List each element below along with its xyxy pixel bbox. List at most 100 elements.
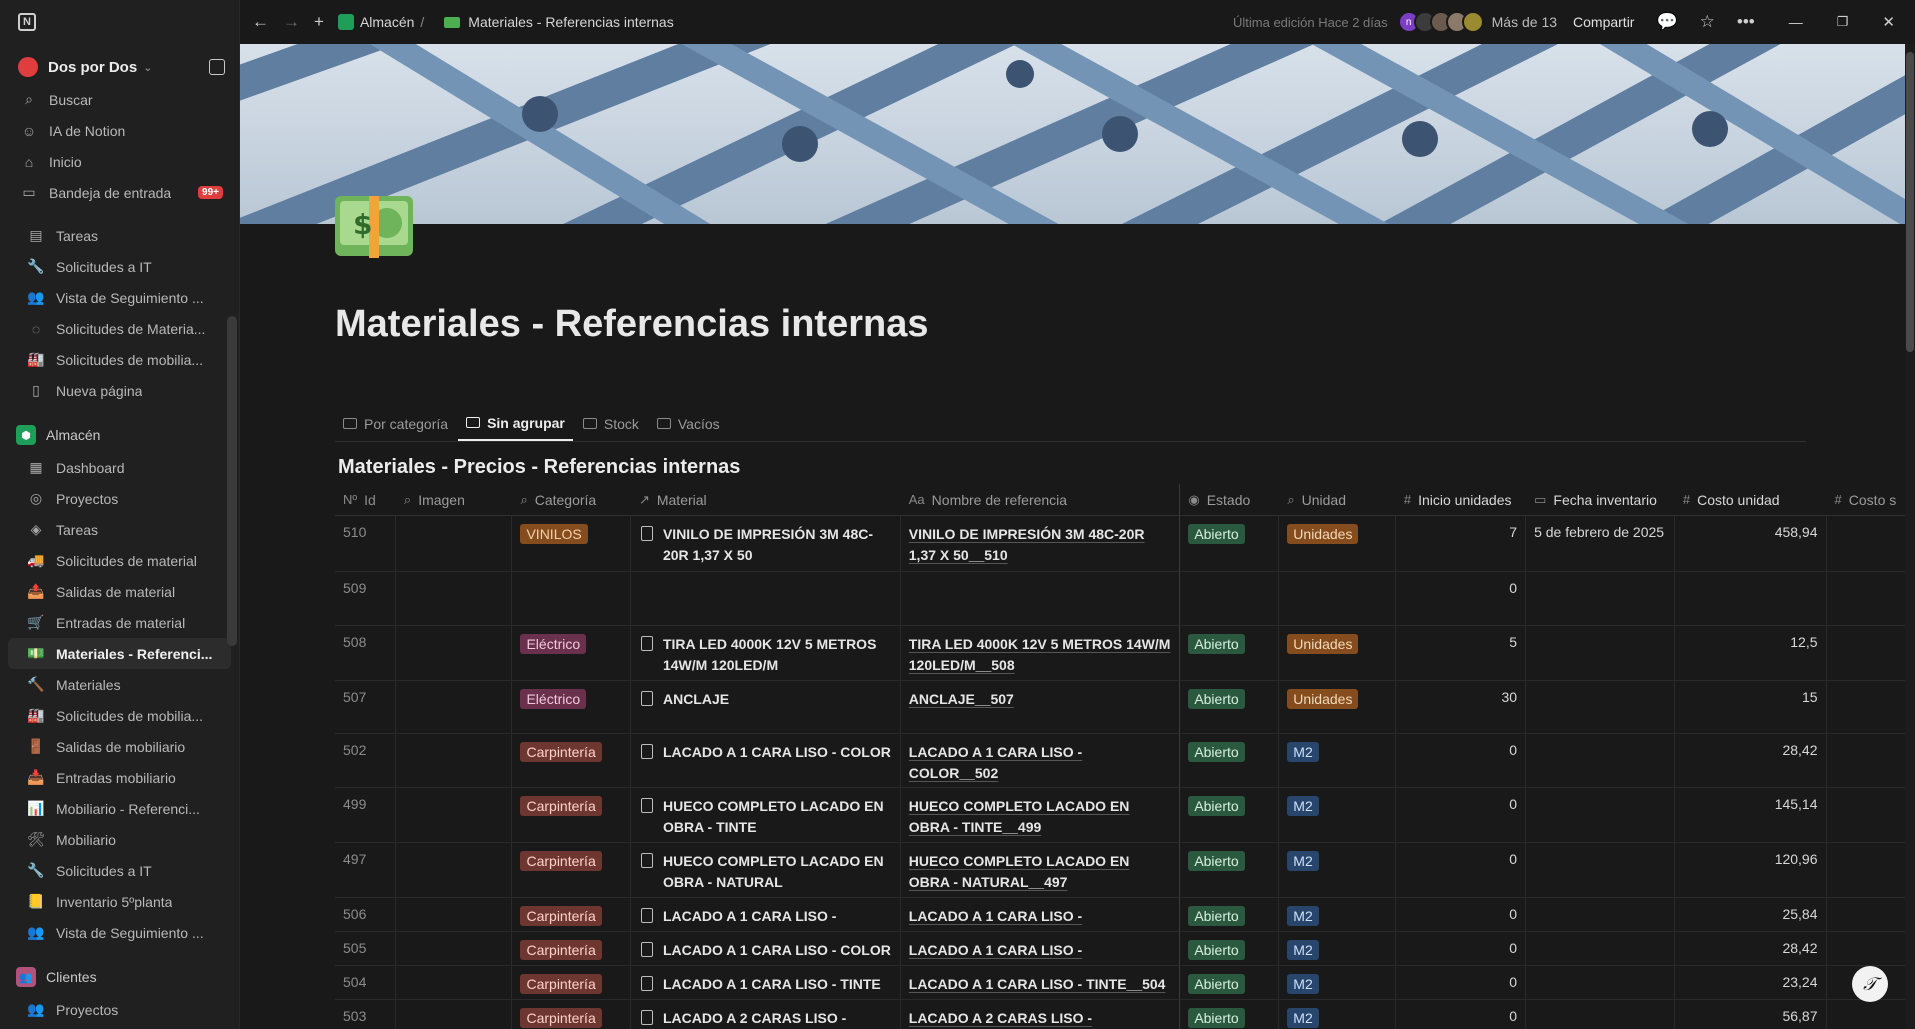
unit-cost-cell[interactable]: 145,14	[1675, 788, 1827, 842]
cover-image[interactable]	[240, 44, 1905, 224]
cost-cell[interactable]	[1827, 843, 1905, 897]
sidebar-item[interactable]: ☺ IA de Notion	[0, 115, 239, 146]
table-row[interactable]: 499 Carpintería HUECO COMPLETO LACADO EN O…	[335, 788, 1905, 843]
table-row[interactable]: 503 Carpintería LACADO A 2 CARAS LISO - CO…	[335, 1000, 1905, 1029]
table-row[interactable]: 502 Carpintería LACADO A 1 CARA LISO - COL…	[335, 734, 1905, 788]
sidebar-section-almacen[interactable]: ⬢ Almacén	[0, 418, 239, 452]
initial-units-cell[interactable]: 0	[1396, 572, 1527, 625]
inventory-date-cell[interactable]	[1526, 681, 1675, 733]
cost-cell[interactable]	[1827, 1000, 1905, 1029]
table-row[interactable]: 509 0	[335, 572, 1905, 626]
unit-cost-cell[interactable]: 56,87	[1675, 1000, 1827, 1029]
material-link[interactable]: VINILO DE IMPRESIÓN 3M 48C-20R 1,37 X 50	[639, 524, 892, 566]
category-cell[interactable]: Carpintería	[512, 1000, 631, 1029]
notion-ai-help-button[interactable]: 𝒯	[1852, 966, 1888, 1002]
sidebar-item[interactable]: 🛠 Mobiliario	[0, 824, 239, 855]
column-header[interactable]: ⌕ Unidad	[1279, 484, 1396, 515]
material-cell[interactable]: HUECO COMPLETO LACADO EN OBRA - NATURAL	[631, 843, 901, 897]
sidebar-item[interactable]: 👥 Vista de Seguimiento ...	[0, 282, 239, 313]
star-icon[interactable]: ☆	[1700, 12, 1715, 32]
sidebar-item[interactable]: ▭ Bandeja de entrada 99+	[0, 177, 239, 208]
category-cell[interactable]: Carpintería	[512, 898, 631, 931]
unit-cost-cell[interactable]: 28,42	[1675, 734, 1827, 787]
material-cell[interactable]: VINILO DE IMPRESIÓN 3M 48C-20R 1,37 X 50	[631, 516, 901, 571]
sidebar-item[interactable]: 🚚 Solicitudes de material	[0, 545, 239, 576]
category-cell[interactable]: Carpintería	[512, 788, 631, 842]
more-people-text[interactable]: Más de 13	[1492, 14, 1557, 30]
image-cell[interactable]	[396, 681, 513, 733]
reference-name[interactable]: LACADO A 1 CARA LISO - COLOR__502	[909, 744, 1082, 781]
category-cell[interactable]: VINILOS	[512, 516, 631, 571]
sidebar-item[interactable]: 🔧 Solicitudes a IT	[0, 855, 239, 886]
material-link[interactable]: LACADO A 1 CARA LISO - COLOR	[639, 742, 892, 763]
column-header[interactable]: ⌕ Categoría	[512, 484, 631, 515]
workspace-switcher[interactable]: Dos por Dos ⌄	[0, 50, 239, 84]
sidebar-item[interactable]: 👥 Proyectos	[0, 994, 239, 1025]
status-badge[interactable]: Abierto	[1188, 906, 1245, 926]
status-cell[interactable]: Abierto	[1180, 932, 1280, 965]
category-tag[interactable]: Carpintería	[520, 851, 602, 871]
category-cell[interactable]: Carpintería	[512, 932, 631, 965]
unit-cost-cell[interactable]: 458,94	[1675, 516, 1827, 571]
image-cell[interactable]	[396, 966, 513, 999]
initial-units-cell[interactable]: 30	[1396, 681, 1527, 733]
unit-cell[interactable]: M2	[1279, 932, 1396, 965]
sidebar-item[interactable]: ▯ Nueva página	[0, 375, 239, 406]
view-tab[interactable]: Stock	[575, 406, 647, 441]
sidebar-item[interactable]: ◈ Tareas	[0, 514, 239, 545]
image-cell[interactable]	[396, 843, 513, 897]
sidebar-item[interactable]: 💵 Materiales - Referenci...	[8, 638, 231, 669]
status-badge[interactable]: Abierto	[1188, 974, 1245, 994]
unit-tag[interactable]: M2	[1287, 1008, 1319, 1028]
initial-units-cell[interactable]: 0	[1396, 788, 1527, 842]
sidebar-item[interactable]: ▦ Dashboard	[0, 452, 239, 483]
view-tab[interactable]: Vacíos	[649, 406, 728, 441]
table-row[interactable]: 510 VINILOS VINILO DE IMPRESIÓN 3M 48C-20R…	[335, 516, 1905, 572]
comments-icon[interactable]: 💬	[1656, 12, 1677, 32]
column-header[interactable]: Nº Id	[335, 484, 396, 515]
sidebar-scrollbar[interactable]	[227, 316, 237, 646]
unit-cost-cell[interactable]: 120,96	[1675, 843, 1827, 897]
cost-cell[interactable]	[1827, 788, 1905, 842]
status-badge[interactable]: Abierto	[1188, 689, 1245, 709]
sidebar-item[interactable]: 🚪 Salidas de mobiliario	[0, 731, 239, 762]
avatar[interactable]	[1461, 11, 1484, 33]
minimize-icon[interactable]: —	[1789, 14, 1803, 30]
category-cell[interactable]: Carpintería	[512, 843, 631, 897]
image-cell[interactable]	[396, 1000, 513, 1029]
reference-name[interactable]: LACADO A 1 CARA LISO - TINTE__504	[909, 976, 1166, 992]
inventory-date-cell[interactable]	[1526, 626, 1675, 680]
initial-units-cell[interactable]: 0	[1396, 734, 1527, 787]
initial-units-cell[interactable]: 0	[1396, 932, 1527, 965]
reference-name[interactable]: LACADO A 1 CARA LISO - COLOR__505	[909, 942, 1082, 965]
sidebar-item[interactable]: ⌂ Inicio	[0, 146, 239, 177]
unit-cell[interactable]: M2	[1279, 843, 1396, 897]
reference-name-cell[interactable]	[901, 572, 1181, 625]
back-arrow-icon[interactable]: ←	[252, 12, 269, 32]
material-link[interactable]: LACADO A 2 CARAS LISO - COLOR	[639, 1008, 892, 1029]
sidebar-item[interactable]: 📊 Mobiliario - Referenci...	[0, 793, 239, 824]
status-cell[interactable]: Abierto	[1180, 1000, 1280, 1029]
category-tag[interactable]: Carpintería	[520, 940, 602, 960]
sidebar-item[interactable]: 📥 Entradas mobiliario	[0, 762, 239, 793]
status-cell[interactable]: Abierto	[1180, 966, 1280, 999]
column-header[interactable]: ◉ Estado	[1180, 484, 1279, 515]
status-badge[interactable]: Abierto	[1188, 1008, 1245, 1028]
status-badge[interactable]: Abierto	[1188, 634, 1245, 654]
category-cell[interactable]	[512, 572, 631, 625]
view-tab[interactable]: Sin agrupar	[458, 406, 573, 441]
category-tag[interactable]: Carpintería	[520, 906, 602, 926]
inventory-date-cell[interactable]	[1526, 898, 1675, 931]
cost-cell[interactable]	[1827, 572, 1905, 625]
unit-cost-cell[interactable]	[1675, 572, 1827, 625]
sidebar-item[interactable]: 🔧 Solicitudes a IT	[0, 251, 239, 282]
status-badge[interactable]: Abierto	[1188, 940, 1245, 960]
column-header[interactable]: ▭ Fecha inventario	[1526, 484, 1675, 515]
initial-units-cell[interactable]: 0	[1396, 843, 1527, 897]
material-link[interactable]: HUECO COMPLETO LACADO EN OBRA - NATURAL	[639, 851, 892, 893]
reference-name-cell[interactable]: ANCLAJE__507	[901, 681, 1181, 733]
inventory-date-cell[interactable]	[1526, 843, 1675, 897]
category-cell[interactable]: Carpintería	[512, 734, 631, 787]
image-cell[interactable]	[396, 898, 513, 931]
material-cell[interactable]: LACADO A 1 CARA LISO - BLANCO	[631, 898, 901, 931]
